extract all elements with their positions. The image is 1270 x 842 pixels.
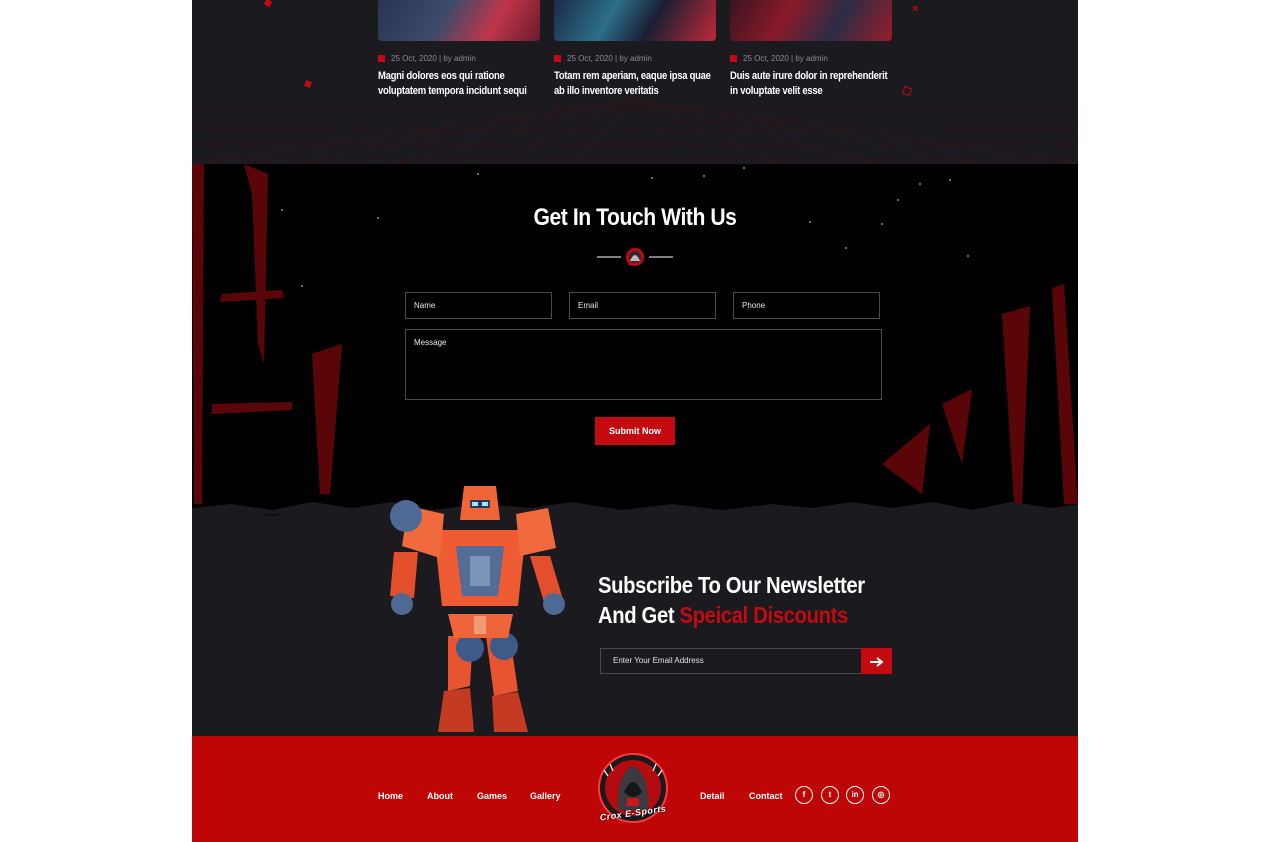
blog-post[interactable]: 25 Oct, 2020 | by admin Magni dolores eo… xyxy=(378,0,540,99)
meta-marker-icon xyxy=(730,55,737,62)
post-thumbnail[interactable] xyxy=(554,0,716,41)
post-title[interactable]: Duis aute irure dolor in reprehenderit i… xyxy=(730,69,890,99)
blog-post[interactable]: 25 Oct, 2020 | by admin Duis aute irure … xyxy=(730,0,892,99)
arrow-right-icon xyxy=(869,657,884,668)
newsletter-section: Subscribe To Our Newsletter And Get Spei… xyxy=(192,486,1078,736)
blog-section: × 25 Oct, 2020 | by admin Magni dolores … xyxy=(192,0,1078,164)
post-thumbnail[interactable] xyxy=(378,0,540,41)
newsletter-title: Subscribe To Our Newsletter And Get Spei… xyxy=(598,570,880,630)
email-field[interactable]: Email xyxy=(569,292,716,319)
nav-link-games[interactable]: Games xyxy=(477,791,507,801)
newsletter-title-line1: Subscribe To Our Newsletter xyxy=(598,572,865,598)
submit-button[interactable]: Submit Now xyxy=(595,417,675,445)
robot-illustration xyxy=(390,486,565,732)
message-field[interactable]: Message xyxy=(405,329,882,400)
blog-post[interactable]: 25 Oct, 2020 | by admin Totam rem aperia… xyxy=(554,0,716,99)
contact-section: Get In Touch With Us Name Email Phone Me… xyxy=(192,164,1078,514)
heading-divider xyxy=(597,248,673,266)
contact-heading: Get In Touch With Us xyxy=(533,204,737,231)
meta-marker-icon xyxy=(378,55,385,62)
newsletter-title-highlight: Speical Discounts xyxy=(679,602,849,628)
meta-marker-icon xyxy=(554,55,561,62)
newsletter-email-placeholder: Enter Your Email Address xyxy=(613,656,704,665)
facebook-icon[interactable]: f xyxy=(795,786,813,804)
post-meta: 25 Oct, 2020 | by admin xyxy=(743,54,828,63)
linkedin-icon[interactable]: in xyxy=(846,786,864,804)
name-field[interactable]: Name xyxy=(405,292,552,319)
phone-field[interactable]: Phone xyxy=(733,292,880,319)
newsletter-submit-button[interactable] xyxy=(861,648,892,674)
message-placeholder: Message xyxy=(414,338,447,347)
post-meta: 25 Oct, 2020 | by admin xyxy=(391,54,476,63)
instagram-icon[interactable]: ◎ xyxy=(872,786,890,804)
nav-link-home[interactable]: Home xyxy=(378,791,403,801)
nav-link-about[interactable]: About xyxy=(427,791,453,801)
page: × 25 Oct, 2020 | by admin Magni dolores … xyxy=(192,0,1078,842)
post-title[interactable]: Magni dolores eos qui ratione voluptatem… xyxy=(378,69,538,99)
newsletter-title-prefix: And Get xyxy=(598,602,680,628)
post-thumbnail[interactable] xyxy=(730,0,892,41)
decor-cross: × xyxy=(912,3,919,15)
logo-emblem xyxy=(598,753,668,823)
newsletter-email-input[interactable]: Enter Your Email Address xyxy=(600,648,862,674)
nav-link-contact[interactable]: Contact xyxy=(749,791,783,801)
footer: Home About Games Gallery Crox E-Sports D… xyxy=(192,736,1078,842)
site-logo[interactable]: Crox E-Sports xyxy=(596,752,670,838)
nav-link-detail[interactable]: Detail xyxy=(700,791,725,801)
nav-link-gallery[interactable]: Gallery xyxy=(530,791,561,801)
twitter-icon[interactable]: t xyxy=(821,786,839,804)
phone-placeholder: Phone xyxy=(742,301,766,310)
email-placeholder: Email xyxy=(578,301,599,310)
name-placeholder: Name xyxy=(414,301,436,310)
post-meta: 25 Oct, 2020 | by admin xyxy=(567,54,652,63)
post-title[interactable]: Totam rem aperiam, eaque ipsa quae ab il… xyxy=(554,69,714,99)
